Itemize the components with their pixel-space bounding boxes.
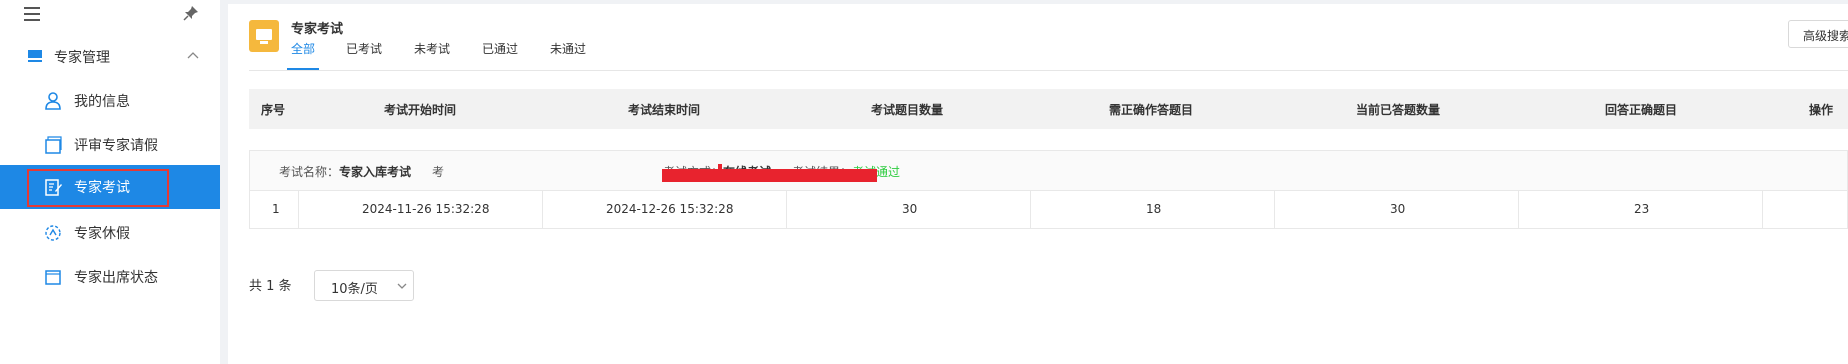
advanced-search-button[interactable]: 高级搜索 — [1788, 20, 1848, 48]
column-header: 操作 — [1809, 103, 1834, 117]
chevron-up-icon — [187, 52, 199, 59]
sidebar-item-reviewer-leave[interactable]: 评审专家请假 — [0, 123, 220, 167]
cell-end-time: 2024-12-26 15:32:28 — [543, 191, 787, 228]
cell-required-correct: 18 — [1031, 191, 1275, 228]
tab-all[interactable]: 全部 — [286, 40, 320, 70]
exam-page-icon — [249, 20, 279, 52]
cards-icon — [45, 136, 62, 154]
redaction-bar — [662, 169, 877, 182]
page-title: 专家考试 — [291, 22, 344, 37]
pin-icon[interactable] — [182, 4, 200, 22]
exam-name: 考试名称：专家入库考试 — [279, 165, 412, 179]
total-count: 共 1 条 — [249, 279, 292, 294]
main-panel: 专家考试 全部 已考试 未考试 已通过 未通过 高级搜索 序号 考试开始时间 考… — [228, 4, 1848, 364]
redaction-mark — [718, 164, 722, 170]
cell-answered: 30 — [1275, 191, 1519, 228]
table-header: 序号 考试开始时间 考试结束时间 考试题目数量 需正确作答题目 当前已答题数量 … — [249, 89, 1848, 129]
cell-index: 1 — [250, 191, 299, 228]
folder-icon — [45, 270, 61, 285]
sidebar-item-my-info[interactable]: 我的信息 — [0, 79, 220, 123]
sidebar-item-label: 我的信息 — [74, 94, 130, 110]
sidebar-top-bar — [0, 0, 220, 30]
tabs-divider — [249, 70, 1848, 71]
sidebar-item-attendance-status[interactable]: 专家出席状态 — [0, 255, 220, 299]
monitor-icon — [28, 50, 42, 62]
highlight-outline — [27, 169, 169, 207]
tab-examined[interactable]: 已考试 — [346, 40, 382, 70]
column-header: 考试题目数量 — [871, 103, 944, 117]
menu-group-label: 专家管理 — [54, 50, 110, 66]
page-size-value: 10条/页 — [331, 282, 378, 297]
column-header: 序号 — [261, 103, 286, 117]
tab-not-examined[interactable]: 未考试 — [414, 40, 450, 70]
app-window: 专家管理 我的信息 评审专家请假 专家考试 专家休假 专家出席状态 专家考试 全… — [0, 0, 1848, 364]
sidebar: 专家管理 我的信息 评审专家请假 专家考试 专家休假 专家出席状态 — [0, 0, 220, 364]
tab-failed[interactable]: 未通过 — [550, 40, 586, 70]
sidebar-item-label: 专家休假 — [74, 226, 130, 242]
tab-passed[interactable]: 已通过 — [482, 40, 518, 70]
vacation-icon — [45, 225, 61, 241]
chevron-down-icon — [397, 283, 407, 289]
table-row[interactable]: 1 2024-11-26 15:32:28 2024-12-26 15:32:2… — [249, 190, 1848, 229]
menu-toggle-icon[interactable] — [24, 7, 40, 21]
cell-total-questions: 30 — [787, 191, 1031, 228]
column-header: 考试结束时间 — [628, 103, 701, 117]
sidebar-item-label: 评审专家请假 — [74, 138, 158, 154]
user-icon — [45, 92, 61, 110]
column-header: 回答正确题目 — [1605, 103, 1678, 117]
menu-group-expert-management[interactable]: 专家管理 — [0, 38, 220, 74]
cell-actions — [1763, 191, 1848, 228]
sidebar-item-label: 专家出席状态 — [74, 270, 158, 286]
column-header: 考试开始时间 — [384, 103, 457, 117]
column-header: 需正确作答题目 — [1109, 103, 1194, 117]
cell-start-time: 2024-11-26 15:32:28 — [299, 191, 543, 228]
exam-number-label: 考 — [432, 165, 445, 179]
column-header: 当前已答题数量 — [1356, 103, 1441, 117]
page-size-select[interactable]: 10条/页 — [314, 270, 414, 301]
sidebar-item-expert-vacation[interactable]: 专家休假 — [0, 211, 220, 255]
cell-correct: 23 — [1519, 191, 1763, 228]
exam-group-row: 考试名称：专家入库考试 考 考试方式：在线考试 考试结果：考试通过 — [249, 150, 1848, 190]
